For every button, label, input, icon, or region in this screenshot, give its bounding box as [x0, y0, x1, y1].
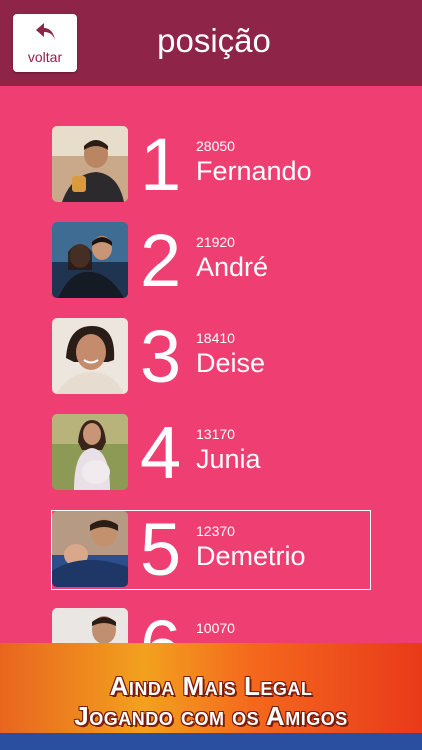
- score: 21920: [196, 234, 235, 250]
- promo-line-1: Ainda Mais Legal: [109, 671, 313, 701]
- rank-number: 3: [140, 315, 182, 398]
- avatar: [52, 414, 128, 490]
- rank-number: 6: [140, 602, 181, 643]
- rank-number: 1: [140, 123, 182, 206]
- promo-line-2: Jogando com os Amigos: [74, 701, 348, 731]
- ranking-row[interactable]: 6 10070: [52, 605, 370, 643]
- ranking-row-highlighted[interactable]: 5 12370 Demetrio: [51, 508, 371, 591]
- header-bar: voltar posição: [0, 0, 422, 86]
- avatar: [52, 511, 128, 587]
- player-name: Deise: [196, 348, 266, 378]
- rank-number: 5: [140, 508, 182, 591]
- player-name: Junia: [196, 444, 261, 474]
- ranking-row[interactable]: 2 21920 André: [52, 219, 370, 302]
- ranking-row[interactable]: 3 18410 Deise: [52, 315, 370, 398]
- avatar: [52, 222, 128, 298]
- ranking-row[interactable]: 4 13170 Junia: [52, 411, 370, 494]
- score: 12370: [196, 523, 235, 539]
- score: 13170: [196, 426, 235, 442]
- ranking-list: 1 28050 Fernando 2 21920 André 3 18410 D…: [0, 86, 422, 643]
- score: 10070: [196, 620, 235, 636]
- score: 18410: [196, 330, 235, 346]
- avatar: [52, 126, 128, 202]
- rank-number: 4: [140, 411, 182, 494]
- player-name: André: [196, 252, 269, 282]
- rank-number: 2: [140, 219, 182, 302]
- ranking-row[interactable]: 1 28050 Fernando: [52, 123, 370, 206]
- player-name: Fernando: [196, 156, 312, 186]
- player-name: Demetrio: [196, 541, 306, 571]
- avatar: [52, 318, 128, 394]
- banner-bottom-strip: [0, 733, 422, 750]
- page-title: posição: [157, 22, 271, 59]
- score: 28050: [196, 138, 235, 154]
- avatar: [52, 608, 128, 643]
